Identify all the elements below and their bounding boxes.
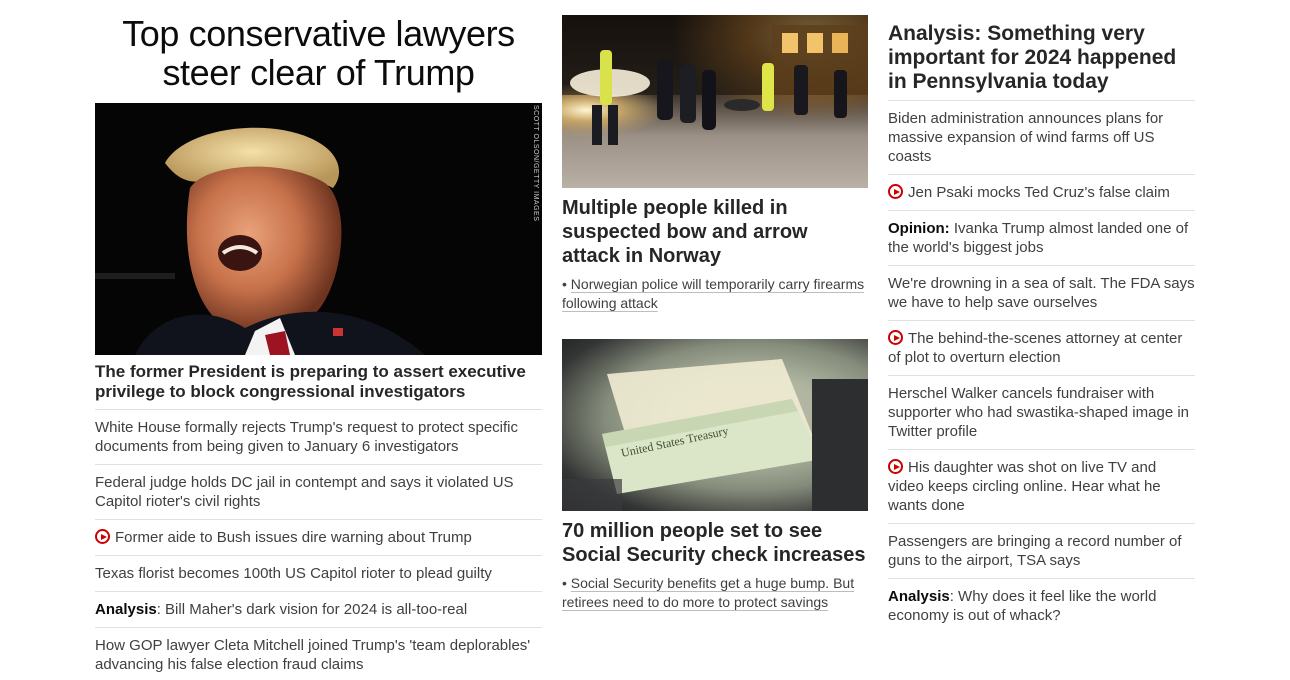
analysis-label: Analysis <box>95 601 157 618</box>
image-credit: SCOTT OLSON/GETTY IMAGES <box>532 105 539 222</box>
list-item[interactable]: How GOP lawyer Cleta Mitchell joined Tru… <box>95 627 542 680</box>
list-item[interactable]: Analysis: Why does it feel like the worl… <box>888 578 1195 633</box>
list-item[interactable]: Former aide to Bush issues dire warning … <box>95 519 542 555</box>
right-column: Analysis: Something very important for 2… <box>888 0 1195 633</box>
list-item[interactable]: We're drowning in a sea of salt. The FDA… <box>888 265 1195 320</box>
list-item[interactable]: Passengers are bringing a record number … <box>888 523 1195 578</box>
related-headline-2: Federal judge holds DC jail in contempt … <box>95 474 514 510</box>
card-sub-social-security[interactable]: • Social Security benefits get a huge bu… <box>562 574 868 612</box>
play-video-icon <box>888 459 903 474</box>
list-item[interactable]: The behind-the-scenes attorney at center… <box>888 320 1195 375</box>
list-item[interactable]: Jen Psaki mocks Ted Cruz's false claim <box>888 174 1195 210</box>
play-video-icon <box>888 184 903 199</box>
play-video-icon <box>95 529 110 544</box>
analysis-label: Analysis <box>888 588 950 605</box>
card-sub-link[interactable]: Social Security benefits get a huge bump… <box>562 575 854 610</box>
right-headline-6: Herschel Walker cancels fundraiser with … <box>888 385 1190 440</box>
speaker-photo <box>95 103 542 355</box>
lead-headline[interactable]: Top conservative lawyers steer clear of … <box>95 14 542 92</box>
right-headline-5: The behind-the-scenes attorney at center… <box>888 330 1183 366</box>
related-headline-1: White House formally rejects Trump's req… <box>95 419 519 455</box>
social-security-check-image[interactable]: United States Treasury <box>562 339 868 511</box>
checks-photo: United States Treasury <box>562 339 868 511</box>
right-headline-7: His daughter was shot on live TV and vid… <box>888 459 1161 514</box>
police-scene-photo <box>562 15 868 145</box>
list-item[interactable]: Herschel Walker cancels fundraiser with … <box>888 375 1195 449</box>
list-item[interactable]: Opinion: Ivanka Trump almost landed one … <box>888 210 1195 265</box>
card-sub-norway[interactable]: • Norwegian police will temporarily carr… <box>562 275 868 313</box>
play-video-icon <box>888 330 903 345</box>
lead-caption[interactable]: The former President is preparing to ass… <box>95 362 542 409</box>
list-item[interactable]: Texas florist becomes 100th US Capitol r… <box>95 555 542 591</box>
analysis-headline[interactable]: Analysis: Something very important for 2… <box>888 22 1195 100</box>
related-headline-5: : Bill Maher's dark vision for 2024 is a… <box>156 601 468 618</box>
lead-image[interactable]: SCOTT OLSON/GETTY IMAGES <box>95 103 542 355</box>
right-headline-8: Passengers are bringing a record number … <box>888 533 1182 569</box>
list-item[interactable]: His daughter was shot on live TV and vid… <box>888 449 1195 523</box>
opinion-label: Opinion: <box>888 220 950 237</box>
list-item[interactable]: Biden administration announces plans for… <box>888 100 1195 174</box>
related-headline-6: How GOP lawyer Cleta Mitchell joined Tru… <box>95 637 531 673</box>
norway-attack-image[interactable] <box>562 15 868 188</box>
related-headline-3: Former aide to Bush issues dire warning … <box>115 529 472 546</box>
related-headline-4: Texas florist becomes 100th US Capitol r… <box>95 565 492 582</box>
card-sub-link[interactable]: Norwegian police will temporarily carry … <box>562 276 864 311</box>
list-item[interactable]: Analysis: Bill Maher's dark vision for 2… <box>95 591 542 627</box>
list-item[interactable]: White House formally rejects Trump's req… <box>95 409 542 464</box>
list-item[interactable]: Federal judge holds DC jail in contempt … <box>95 464 542 519</box>
middle-column: Multiple people killed in suspected bow … <box>562 0 868 612</box>
card-headline-social-security[interactable]: 70 million people set to see Social Secu… <box>562 519 868 567</box>
lead-story-column: Top conservative lawyers steer clear of … <box>95 0 542 680</box>
right-headline-1: Biden administration announces plans for… <box>888 110 1164 165</box>
right-headline-2: Jen Psaki mocks Ted Cruz's false claim <box>908 184 1170 201</box>
card-headline-norway[interactable]: Multiple people killed in suspected bow … <box>562 196 868 268</box>
right-headline-4: We're drowning in a sea of salt. The FDA… <box>888 275 1195 311</box>
